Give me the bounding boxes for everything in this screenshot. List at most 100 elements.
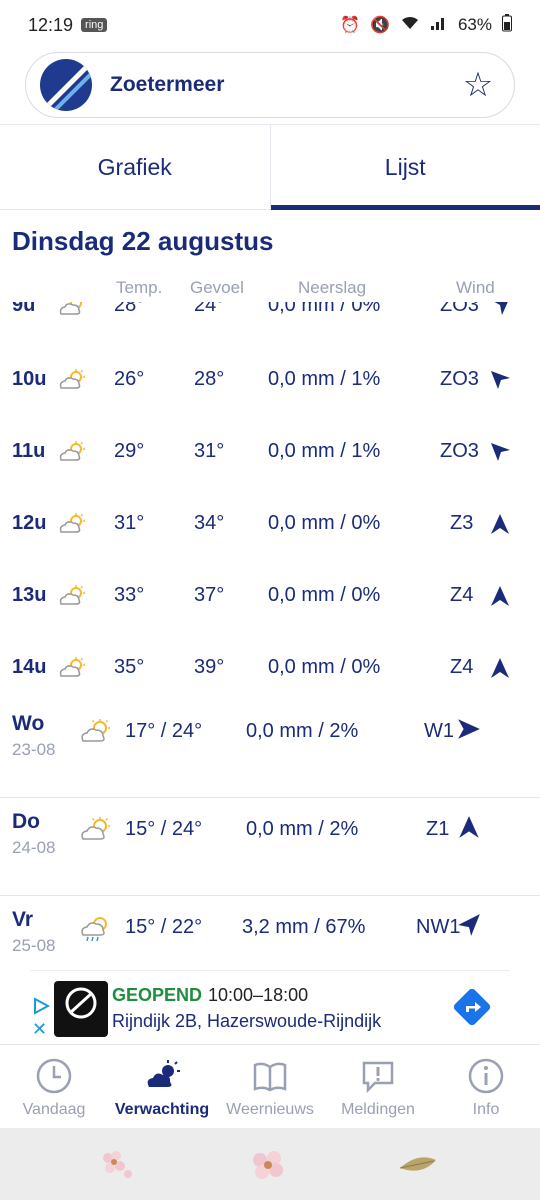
hour-rain: 0,0 mm / 0%: [268, 512, 381, 534]
hour-row[interactable]: 10u 26° 28° 0,0 mm / 1% ZO3: [0, 360, 540, 400]
hour-wind: ZO3: [440, 368, 479, 390]
wind-arrow-icon: [491, 514, 509, 534]
mute-icon: 🔇: [370, 17, 390, 34]
hour-row[interactable]: 12u 31° 34° 0,0 mm / 0% Z3: [0, 504, 540, 544]
hour-temp: 26°: [114, 368, 145, 390]
col-temp: Temp.: [116, 278, 163, 297]
hour-wind: ZO3: [440, 440, 479, 462]
day-date: 25-08: [12, 936, 56, 955]
wifi-icon: [400, 15, 420, 36]
day-row[interactable]: Vr 25-08 15° / 22° 3,2 mm / 67% NW1: [0, 896, 540, 970]
nav-verwachting[interactable]: Verwachting: [108, 1045, 216, 1128]
day-row[interactable]: Wo 23-08 17° / 24° 0,0 mm / 2% W1: [0, 700, 540, 798]
ring-badge: ring: [81, 18, 108, 32]
partly-sunny-icon: [59, 369, 85, 389]
hour-wind: ZO3: [440, 302, 479, 316]
battery-percent: 63%: [457, 15, 492, 34]
hour-temp: 28°: [114, 302, 145, 316]
status-left: 12:19 ring: [28, 14, 108, 36]
ad-brand-logo: [54, 981, 108, 1037]
tab-lijst[interactable]: Lijst: [270, 125, 540, 210]
partly-sunny-icon: [59, 441, 85, 461]
day-temp: 17° / 24°: [125, 720, 203, 742]
hour-label: 11u: [12, 440, 46, 462]
hour-label: 10u: [12, 368, 47, 390]
hour-temp: 29°: [114, 440, 145, 462]
ad-address: Rijndijk 2B, Hazerswoude-Rijndijk: [112, 1011, 382, 1031]
hour-feel: 39°: [194, 656, 225, 678]
day-wind: Z1: [426, 818, 450, 840]
info-icon: [468, 1058, 504, 1094]
hour-wind: Z4: [450, 584, 474, 606]
day-date: 24-08: [12, 838, 56, 857]
hour-row[interactable]: 11u 29° 31° 0,0 mm / 1% ZO3: [0, 432, 540, 472]
ad-choices-icon[interactable]: [32, 997, 50, 1015]
book-icon: [253, 1062, 287, 1092]
nav-label: Vandaag: [22, 1101, 86, 1118]
alarm-icon: ⏰: [340, 17, 361, 34]
forecast-list[interactable]: 9u 28° 24° 0,0 mm / 0% ZO3 10u 26° 28° 0…: [0, 302, 540, 970]
hour-label: 14u: [12, 656, 47, 678]
hour-rain: 0,0 mm / 1%: [268, 440, 381, 462]
wind-arrow-icon: [459, 816, 479, 838]
cloud-sun-icon: [147, 1060, 180, 1087]
hour-label: 13u: [12, 584, 47, 606]
hour-rain: 0,0 mm / 1%: [268, 368, 381, 390]
hour-wind: Z3: [450, 512, 474, 534]
ad-hours: 10:00–18:00: [208, 985, 309, 1005]
flower-icon: [103, 1151, 132, 1178]
ad-open-status: GEOPEND: [112, 985, 203, 1005]
favorite-star-icon[interactable]: ☆: [456, 65, 500, 105]
hour-label: 9u: [12, 302, 36, 316]
clock-icon: [36, 1058, 72, 1094]
app-logo: [40, 59, 92, 111]
alert-bubble-icon: [362, 1061, 394, 1094]
wallpaper-strip: [0, 1128, 540, 1200]
partly-sunny-icon: [59, 585, 85, 605]
hour-feel: 24°: [194, 302, 225, 316]
partly-sunny-icon: [59, 657, 85, 677]
wind-arrow-icon: [491, 586, 509, 606]
view-tabs: Grafiek Lijst: [0, 124, 540, 210]
status-bar: 12:19 ring ⏰ 🔇 63%: [0, 0, 540, 50]
day-temp: 15° / 24°: [125, 818, 203, 840]
day-wind: NW1: [416, 916, 461, 938]
col-feel: Gevoel: [190, 278, 244, 297]
day-rain: 0,0 mm / 2%: [246, 818, 359, 840]
battery-icon: [502, 13, 512, 37]
city-name: Zoetermeer: [110, 73, 225, 96]
hour-feel: 28°: [194, 368, 225, 390]
directions-icon[interactable]: [450, 985, 494, 1029]
hour-rain: 0,0 mm / 0%: [268, 656, 381, 678]
hour-row[interactable]: 9u 28° 24° 0,0 mm / 0% ZO3: [0, 302, 540, 326]
ad-close-icon[interactable]: ✕: [32, 1019, 47, 1040]
ad-banner[interactable]: ✕ GEOPEND 10:00–18:00 Rijndijk 2B, Hazer…: [30, 970, 510, 1044]
nav-vandaag[interactable]: Vandaag: [0, 1045, 108, 1128]
status-right: ⏰ 🔇 63%: [340, 13, 512, 37]
col-wind: Wind: [456, 278, 495, 297]
wind-arrow-icon: [458, 719, 480, 739]
day-row[interactable]: Do 24-08 15° / 24° 0,0 mm / 2% Z1: [0, 798, 540, 896]
bottom-nav: Vandaag Verwachting Weernieuws Meldingen…: [0, 1044, 540, 1128]
hour-wind: Z4: [450, 656, 474, 678]
hour-temp: 31°: [114, 512, 145, 534]
nav-meldingen[interactable]: Meldingen: [324, 1045, 432, 1128]
day-temp: 15° / 22°: [125, 916, 203, 938]
wind-arrow-icon: [491, 371, 510, 389]
column-headers: Temp. Gevoel Neerslag Wind: [0, 278, 540, 302]
nav-label: Meldingen: [341, 1101, 415, 1118]
nav-label: Verwachting: [114, 1101, 210, 1118]
hour-row[interactable]: 14u 35° 39° 0,0 mm / 0% Z4: [0, 648, 540, 688]
nav-info[interactable]: Info: [432, 1045, 540, 1128]
tab-grafiek[interactable]: Grafiek: [0, 125, 271, 209]
hour-label: 12u: [12, 512, 47, 534]
nav-weernieuws[interactable]: Weernieuws: [216, 1045, 324, 1128]
partly-sunny-icon: [81, 719, 110, 742]
day-rain: 0,0 mm / 2%: [246, 720, 359, 742]
nav-label: Weernieuws: [226, 1101, 314, 1118]
day-rain: 3,2 mm / 67%: [242, 916, 366, 938]
hour-row[interactable]: 13u 33° 37° 0,0 mm / 0% Z4: [0, 576, 540, 616]
hour-temp: 33°: [114, 584, 145, 606]
location-bar[interactable]: Zoetermeer ☆: [25, 52, 515, 118]
status-time: 12:19: [28, 14, 74, 35]
